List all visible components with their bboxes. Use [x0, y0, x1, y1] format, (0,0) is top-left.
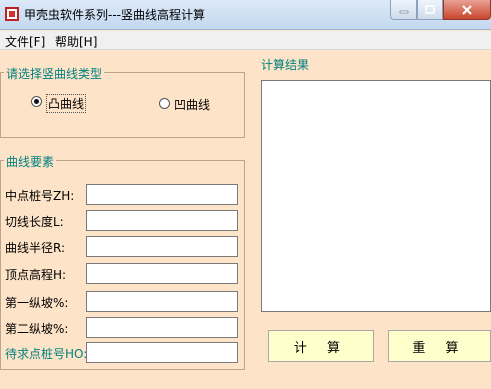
zh-input[interactable] — [86, 184, 238, 205]
close-button[interactable] — [443, 0, 491, 20]
title-bar: 甲壳虫软件系列---竖曲线高程计算 — [0, 0, 491, 30]
curve-type-legend: 请选择竖曲线类型 — [4, 65, 105, 82]
vertex-elevation-input[interactable] — [86, 263, 238, 284]
tangent-length-input[interactable] — [86, 210, 238, 231]
app-icon — [5, 7, 19, 21]
second-grade-input[interactable] — [86, 317, 238, 338]
result-label: 计算结果 — [261, 58, 310, 72]
convex-radio[interactable] — [31, 96, 42, 107]
concave-radio[interactable] — [159, 98, 170, 109]
field-label-l: 切线长度L: — [5, 215, 64, 229]
target-station-input[interactable] — [86, 342, 238, 363]
calculate-button[interactable]: 计 算 — [268, 330, 374, 362]
field-label-r: 曲线半径R: — [5, 241, 66, 255]
field-label-h: 顶点高程H: — [5, 268, 67, 282]
reset-button[interactable]: 重 算 — [388, 330, 491, 362]
first-grade-input[interactable] — [86, 291, 238, 312]
convex-label[interactable]: 凸曲线 — [46, 94, 87, 113]
menu-help[interactable]: 帮助[H] — [55, 33, 97, 50]
field-label-grade2: 第二纵坡%: — [5, 322, 69, 336]
curve-elements-legend: 曲线要素 — [4, 153, 57, 170]
window-title: 甲壳虫软件系列---竖曲线高程计算 — [24, 8, 205, 22]
menu-file[interactable]: 文件[F] — [5, 33, 45, 50]
menu-bar: 文件[F] 帮助[H] — [0, 31, 491, 50]
minimize-icon — [399, 10, 408, 13]
field-label-grade1: 第一纵坡%: — [5, 296, 69, 310]
close-icon — [462, 4, 472, 15]
minimize-button[interactable] — [390, 0, 417, 20]
field-label-ho: 待求点桩号HO: — [5, 347, 88, 361]
field-label-zh: 中点桩号ZH: — [5, 189, 75, 203]
concave-label[interactable]: 凹曲线 — [174, 96, 210, 113]
maximize-button[interactable] — [417, 0, 443, 20]
radio-selected-dot — [34, 99, 39, 104]
radius-input[interactable] — [86, 236, 238, 257]
maximize-icon — [425, 4, 435, 14]
result-textarea[interactable] — [261, 80, 491, 312]
